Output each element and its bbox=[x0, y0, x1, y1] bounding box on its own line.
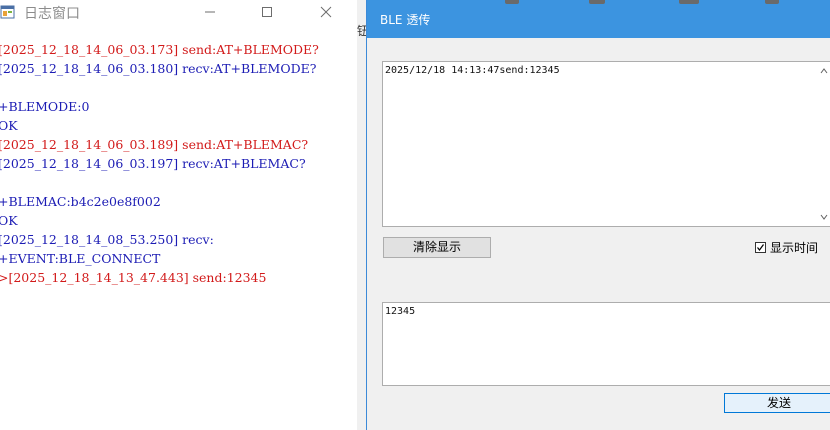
background-peek-shape bbox=[505, 0, 519, 4]
close-icon[interactable] bbox=[306, 0, 346, 24]
show-time-label: 显示时间 bbox=[770, 240, 819, 255]
ble-window: BLE 透传 2025/12/18 14:13:47send:12345 清除显… bbox=[366, 0, 830, 430]
log-line-resp: +BLEMAC:b4c2e0e8f002 bbox=[0, 194, 161, 209]
log-window: 日志窗口 [2025_12_18_14_06_03.173] send:AT+B… bbox=[0, 0, 357, 430]
log-blank-line bbox=[0, 78, 357, 97]
log-line-recv: [2025_12_18_14_06_03.197] recv:AT+BLEMAC… bbox=[0, 156, 306, 171]
background-peek-shape bbox=[679, 0, 699, 4]
log-line-send: [2025_12_18_14_06_03.189] send:AT+BLEMAC… bbox=[0, 137, 309, 152]
log-line-resp: +EVENT:BLE_CONNECT bbox=[0, 251, 161, 266]
send-text: 12345 bbox=[385, 306, 416, 317]
log-line-send: >[2025_12_18_14_13_47.443] send:12345 bbox=[0, 270, 267, 285]
background-peek-shape bbox=[589, 0, 605, 4]
log-line-recv: [2025_12_18_14_06_03.180] recv:AT+BLEMOD… bbox=[0, 61, 317, 76]
ble-window-title: BLE 透传 bbox=[380, 13, 431, 27]
clear-display-button[interactable]: 清除显示 bbox=[383, 237, 491, 258]
log-line-resp: +BLEMODE:0 bbox=[0, 99, 90, 114]
background-peek-shape bbox=[765, 0, 779, 4]
log-line-resp: OK bbox=[0, 213, 18, 228]
minimize-icon[interactable] bbox=[190, 0, 230, 24]
maximize-icon[interactable] bbox=[247, 0, 287, 24]
send-button[interactable]: 发送 bbox=[724, 393, 830, 413]
log-titlebar[interactable]: 日志窗口 bbox=[0, 0, 357, 24]
scroll-down-icon[interactable] bbox=[817, 210, 830, 224]
log-content[interactable]: [2025_12_18_14_06_03.173] send:AT+BLEMOD… bbox=[0, 40, 357, 430]
receive-textbox[interactable]: 2025/12/18 14:13:47send:12345 bbox=[382, 61, 830, 227]
show-time-checkbox[interactable]: 显示时间 bbox=[755, 239, 818, 255]
scroll-up-icon[interactable] bbox=[817, 64, 830, 78]
receive-text: 2025/12/18 14:13:47send:12345 bbox=[385, 65, 560, 76]
ble-titlebar[interactable]: BLE 透传 bbox=[367, 0, 830, 38]
log-line-send: [2025_12_18_14_06_03.173] send:AT+BLEMOD… bbox=[0, 42, 319, 57]
send-textbox[interactable]: 12345 bbox=[382, 302, 830, 386]
background-strip bbox=[357, 0, 366, 430]
checkbox-checked-icon[interactable] bbox=[755, 241, 766, 253]
log-window-title: 日志窗口 bbox=[24, 6, 80, 22]
app-window-icon bbox=[0, 4, 16, 20]
log-line-recv: [2025_12_18_14_08_53.250] recv: bbox=[0, 232, 214, 247]
log-line-resp: OK bbox=[0, 118, 18, 133]
log-blank-line bbox=[0, 173, 357, 192]
